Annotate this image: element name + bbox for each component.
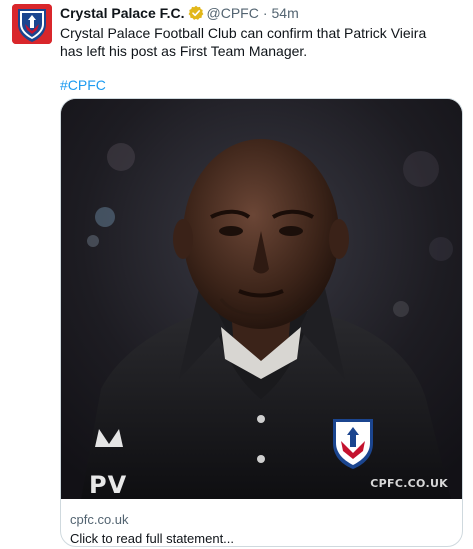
card-footer[interactable]: cpfc.co.uk Click to read full statement.… (70, 511, 234, 546)
display-name[interactable]: Crystal Palace F.C. (60, 4, 185, 22)
separator-dot: · (262, 5, 268, 21)
image-watermark: CPFC.CO.UK (370, 477, 448, 490)
timestamp[interactable]: 54m (272, 4, 299, 22)
jacket-initials: PV (89, 471, 128, 499)
hashtag-link[interactable]: #CPFC (60, 76, 460, 94)
tweet-header: Crystal Palace F.C. @CPFC · 54m (60, 4, 460, 22)
tweet-content: Crystal Palace F.C. @CPFC · 54m Crystal … (60, 4, 460, 94)
link-card[interactable]: PV CPFC.CO.UK cpfc.co.uk Click to read f… (60, 98, 463, 547)
tweet-text: Crystal Palace Football Club can confirm… (60, 25, 427, 59)
card-title[interactable]: Click to read full statement... (70, 530, 234, 546)
card-domain[interactable]: cpfc.co.uk (70, 511, 234, 528)
handle[interactable]: @CPFC (207, 4, 259, 22)
manager-photo (61, 99, 462, 499)
card-image[interactable]: PV CPFC.CO.UK (61, 99, 462, 499)
crystal-palace-crest-icon (12, 4, 52, 44)
verified-badge-icon (188, 5, 204, 21)
avatar[interactable] (12, 4, 52, 44)
